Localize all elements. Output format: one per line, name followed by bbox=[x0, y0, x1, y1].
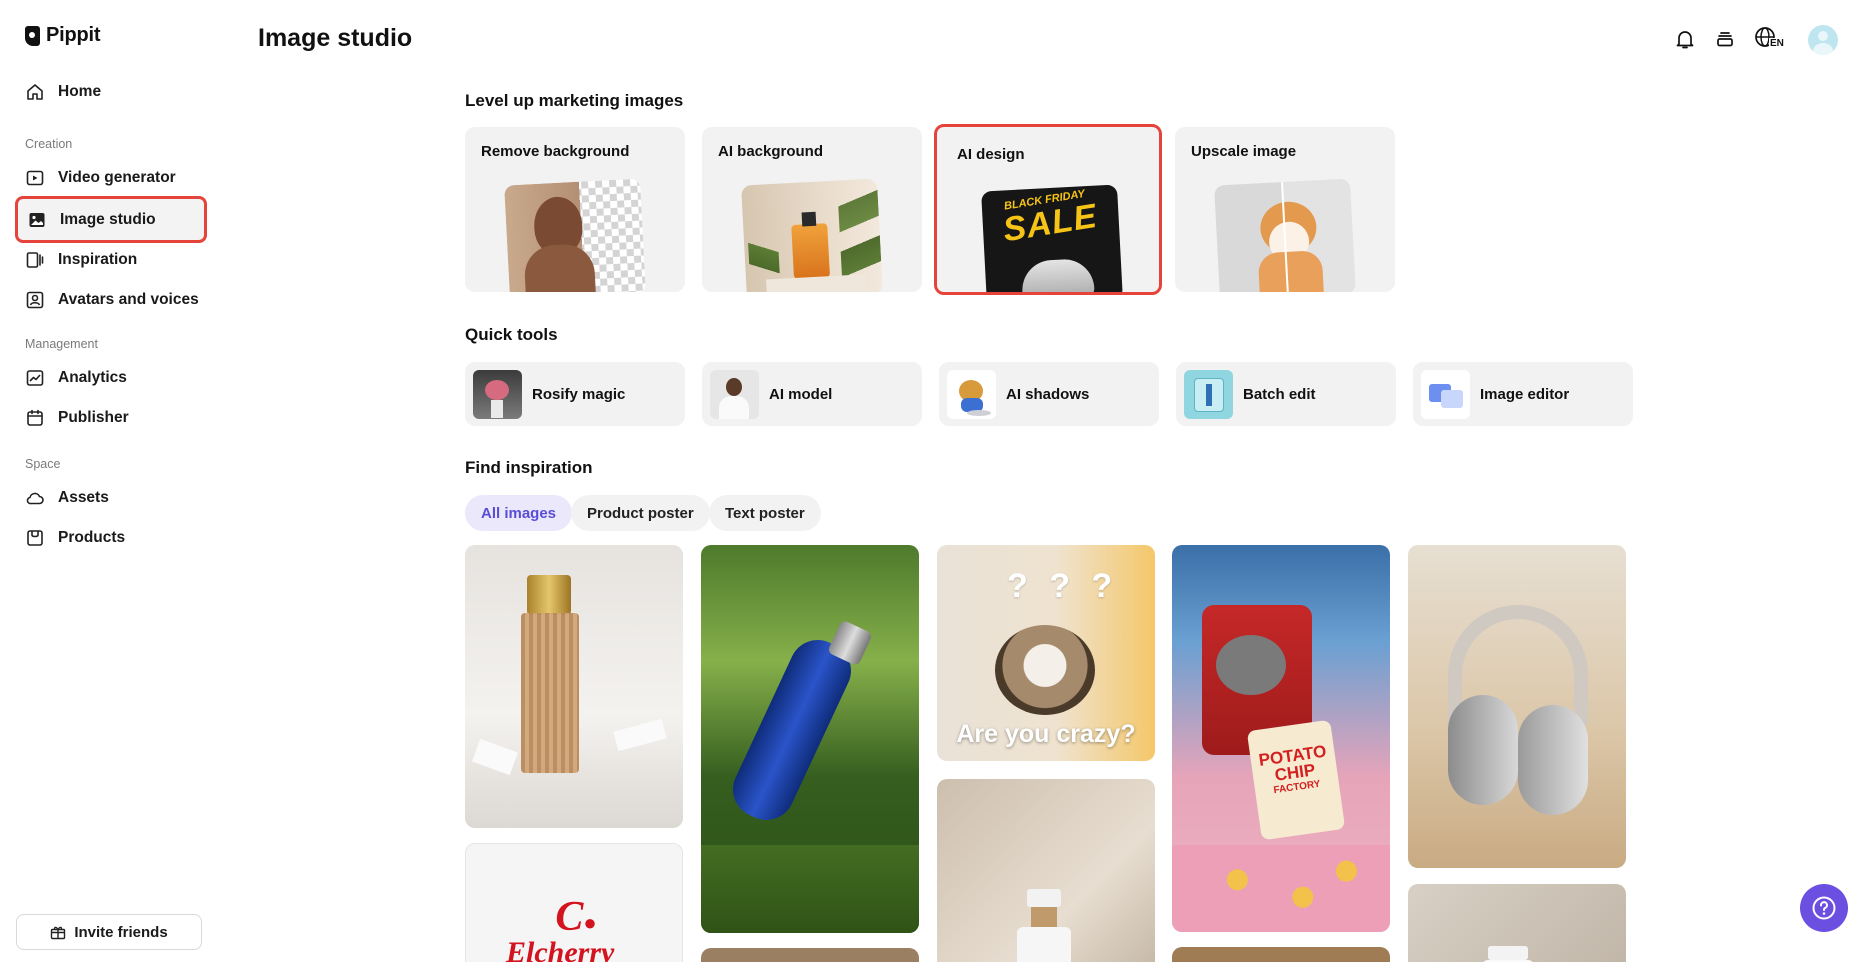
tool-rosify-magic[interactable]: Rosify magic bbox=[465, 362, 685, 426]
filter-all-images[interactable]: All images bbox=[465, 495, 573, 531]
sidebar-item-avatars-voices[interactable]: Avatars and voices bbox=[16, 278, 204, 322]
sidebar-item-label: Publisher bbox=[58, 409, 129, 426]
inspiration-headphones-tile[interactable] bbox=[1408, 545, 1626, 868]
cat-caption: Are you crazy? bbox=[956, 720, 1136, 748]
tool-label: AI model bbox=[769, 385, 833, 403]
sidebar-item-assets[interactable]: Assets bbox=[16, 476, 204, 520]
card-ai-background[interactable]: AI background bbox=[702, 127, 922, 292]
card-upscale-image[interactable]: Upscale image bbox=[1175, 127, 1395, 292]
language-badge: EN bbox=[1769, 38, 1785, 49]
calendar-icon bbox=[27, 409, 43, 426]
card-remove-background[interactable]: Remove background bbox=[465, 127, 685, 292]
filter-text-poster[interactable]: Text poster bbox=[709, 495, 821, 531]
card-ai-design[interactable]: AI design BLACK FRIDAY SALE bbox=[934, 124, 1162, 295]
help-button[interactable] bbox=[1800, 884, 1848, 932]
sidebar-item-label: Products bbox=[58, 529, 126, 546]
image-editor-icon bbox=[1421, 369, 1470, 419]
tool-batch-edit[interactable]: Batch edit bbox=[1176, 362, 1396, 426]
inspiration-potato-chip-tile[interactable]: POTATO CHIP FACTORY bbox=[1172, 545, 1390, 932]
sidebar-item-label: Home bbox=[58, 83, 102, 100]
pippit-logo[interactable]: Pippit bbox=[25, 24, 101, 47]
inspiration-pump-bottle-tile[interactable] bbox=[937, 779, 1155, 962]
notification-button[interactable] bbox=[1670, 24, 1700, 54]
sidebar-item-label: Inspiration bbox=[58, 251, 138, 268]
inspiration-cat-tile[interactable]: ? ? ? Are you crazy? bbox=[937, 545, 1155, 761]
sidebar-item-label: Assets bbox=[58, 489, 109, 506]
invite-friends-button[interactable]: Invite friends bbox=[16, 914, 202, 950]
ai-model-icon bbox=[710, 369, 759, 419]
tool-ai-model[interactable]: AI model bbox=[702, 362, 922, 426]
avatar-voice-icon bbox=[26, 291, 44, 309]
sidebar-item-analytics[interactable]: Analytics bbox=[16, 356, 204, 400]
sidebar: Pippit Home Creation Video generator Ima… bbox=[0, 0, 215, 962]
batch-edit-icon bbox=[1184, 369, 1233, 419]
tool-label: AI shadows bbox=[1006, 385, 1090, 403]
inspiration-tile[interactable] bbox=[701, 948, 919, 962]
inspiration-soap-tile[interactable] bbox=[1408, 884, 1626, 962]
product-box-icon bbox=[27, 530, 43, 546]
card-label: AI background bbox=[718, 143, 824, 160]
sidebar-item-home[interactable]: Home bbox=[16, 70, 204, 114]
remove-background-thumbnail bbox=[504, 178, 646, 292]
pippit-logo-icon bbox=[25, 25, 40, 46]
inspiration-tile[interactable] bbox=[1172, 947, 1390, 962]
tool-image-editor[interactable]: Image editor bbox=[1413, 362, 1633, 426]
section-label-management: Management bbox=[25, 337, 98, 351]
sidebar-item-label: Image studio bbox=[60, 210, 156, 228]
sidebar-item-products[interactable]: Products bbox=[16, 516, 204, 560]
question-marks-text: ? ? ? bbox=[1007, 567, 1119, 605]
card-label: Upscale image bbox=[1191, 143, 1297, 160]
tool-label: Image editor bbox=[1480, 385, 1570, 403]
image-studio-icon bbox=[29, 212, 45, 227]
card-label: AI design bbox=[957, 146, 1025, 163]
ai-background-thumbnail bbox=[741, 178, 883, 292]
tool-label: Batch edit bbox=[1243, 385, 1316, 403]
sidebar-item-image-studio[interactable]: Image studio bbox=[15, 196, 207, 243]
home-icon bbox=[27, 84, 43, 100]
elcherry-brand-text: Elcherry bbox=[506, 936, 615, 962]
storage-button[interactable] bbox=[1710, 24, 1740, 54]
inspiration-elcherry-tile[interactable]: C● Elcherry bbox=[465, 843, 683, 962]
card-label: Remove background bbox=[481, 143, 630, 160]
page-title: Image studio bbox=[258, 24, 413, 52]
inspiration-bottle-tile[interactable] bbox=[701, 545, 919, 933]
app-root: Pippit Home Creation Video generator Ima… bbox=[0, 0, 1866, 962]
find-inspiration-title: Find inspiration bbox=[465, 458, 593, 477]
sidebar-item-publisher[interactable]: Publisher bbox=[16, 396, 204, 440]
level-up-title: Level up marketing images bbox=[465, 91, 684, 110]
sidebar-item-label: Analytics bbox=[58, 369, 127, 386]
user-avatar[interactable] bbox=[1808, 25, 1838, 55]
app-name: Pippit bbox=[46, 24, 101, 46]
analytics-icon bbox=[26, 370, 44, 386]
sidebar-item-label: Video generator bbox=[58, 169, 176, 186]
sidebar-item-inspiration[interactable]: Inspiration bbox=[16, 238, 204, 282]
rosify-magic-icon bbox=[473, 369, 522, 419]
bell-icon bbox=[1676, 31, 1694, 49]
cloud-icon bbox=[26, 492, 44, 505]
sidebar-item-video-generator[interactable]: Video generator bbox=[16, 156, 204, 200]
language-button[interactable]: EN bbox=[1752, 24, 1786, 54]
invite-friends-label: Invite friends bbox=[74, 923, 168, 941]
stack-icon bbox=[1717, 32, 1733, 47]
question-icon bbox=[1812, 896, 1836, 920]
gift-icon bbox=[51, 926, 66, 940]
sidebar-item-label: Avatars and voices bbox=[58, 291, 199, 308]
filter-product-poster[interactable]: Product poster bbox=[571, 495, 710, 531]
tool-label: Rosify magic bbox=[532, 385, 626, 403]
upscale-image-thumbnail bbox=[1214, 178, 1356, 292]
quick-tools-title: Quick tools bbox=[465, 325, 558, 344]
section-label-creation: Creation bbox=[25, 137, 73, 151]
section-label-space: Space bbox=[25, 457, 61, 471]
video-generator-icon bbox=[26, 170, 44, 186]
inspiration-perfume-tile[interactable] bbox=[465, 545, 683, 828]
inspiration-icon bbox=[26, 252, 44, 268]
ai-design-thumbnail: BLACK FRIDAY SALE bbox=[981, 184, 1123, 292]
tool-ai-shadows[interactable]: AI shadows bbox=[939, 362, 1159, 426]
ai-shadows-icon bbox=[947, 369, 996, 419]
